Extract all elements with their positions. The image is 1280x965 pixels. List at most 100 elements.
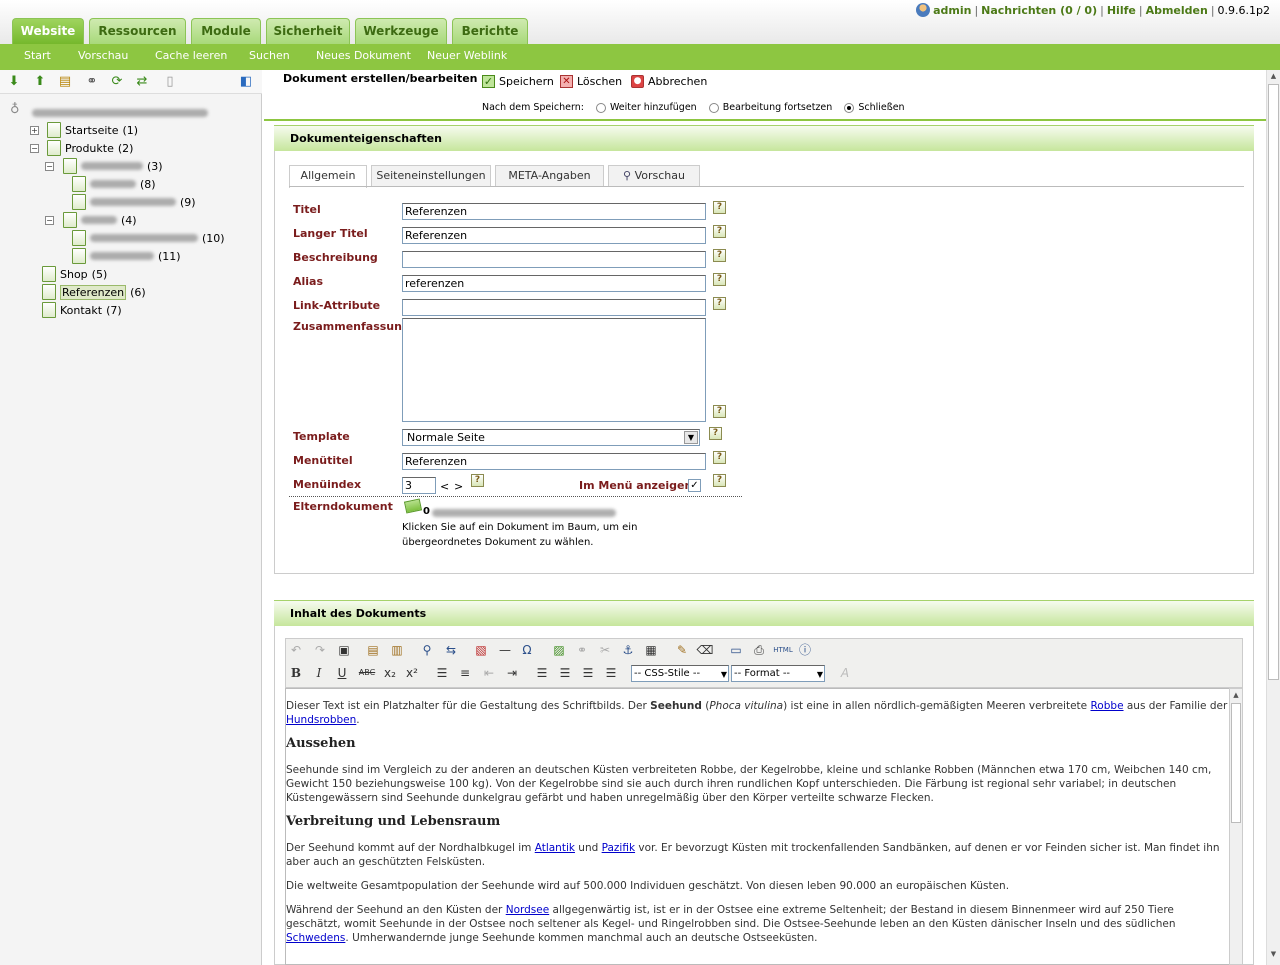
tree-item-produkte[interactable]: Produkte (2): [47, 140, 133, 156]
scroll-up-icon[interactable]: ▲: [1268, 72, 1279, 82]
tree-item-sub-4[interactable]: (11): [72, 248, 181, 264]
link-pazifik[interactable]: Pazifik: [602, 842, 635, 854]
tree-item-startseite[interactable]: Startseite (1): [47, 122, 138, 138]
replace-icon[interactable]: ⇆: [442, 641, 460, 659]
outdent-icon[interactable]: ⇤: [480, 664, 498, 682]
help-icon[interactable]: ?: [713, 451, 726, 464]
help-icon[interactable]: ?: [471, 474, 484, 487]
tree-item-category-1[interactable]: (3): [63, 158, 163, 174]
trash-icon[interactable]: ▯: [162, 74, 178, 90]
scroll-up-icon[interactable]: ▲: [1231, 689, 1241, 701]
css-style-select[interactable]: -- CSS-Stile -- ▼: [631, 665, 729, 682]
new-weblink-icon[interactable]: ⚭: [84, 74, 100, 90]
menuindex-field[interactable]: 3: [402, 477, 436, 494]
subscript-icon[interactable]: x₂: [381, 664, 399, 682]
collapse-icon[interactable]: −: [45, 162, 54, 171]
print-icon[interactable]: ⎙: [750, 641, 768, 659]
help-icon[interactable]: ?: [713, 225, 726, 238]
save-button[interactable]: ✓ Speichern: [482, 75, 554, 88]
subnav-search[interactable]: Suchen: [249, 49, 290, 62]
help-icon[interactable]: ?: [709, 427, 722, 440]
redo-icon[interactable]: ↷: [311, 641, 329, 659]
strikethrough-icon[interactable]: ABC: [356, 664, 378, 682]
help-icon[interactable]: ?: [713, 249, 726, 262]
tree-item-sub-1[interactable]: (8): [72, 176, 156, 192]
tab-berichte[interactable]: Berichte: [452, 18, 528, 44]
longtitle-field[interactable]: Referenzen: [402, 227, 706, 244]
italic-icon[interactable]: I: [310, 664, 328, 682]
alias-field[interactable]: referenzen: [402, 275, 706, 292]
cleanup-icon[interactable]: ✎: [673, 641, 691, 659]
cancel-button[interactable]: ● Abbrechen: [631, 75, 707, 88]
link-icon[interactable]: ⚭: [573, 641, 591, 659]
menutitle-field[interactable]: Referenzen: [402, 453, 706, 470]
menuindex-decrease[interactable]: <: [440, 480, 449, 493]
unlink-icon[interactable]: ✂: [596, 641, 614, 659]
tab-preview[interactable]: ⚲ Vorschau: [608, 165, 700, 187]
subnav-clear-cache[interactable]: Cache leeren: [155, 49, 227, 62]
radio-add-another[interactable]: [595, 102, 606, 113]
tab-page-settings[interactable]: Seiteneinstellungen: [371, 165, 491, 187]
align-right-icon[interactable]: ☰: [579, 664, 597, 682]
help-link[interactable]: Hilfe: [1107, 4, 1136, 17]
radio-close[interactable]: [844, 102, 855, 113]
collapse-all-icon[interactable]: ⬆: [32, 74, 48, 90]
tree-item-kontakt[interactable]: Kontakt (7): [42, 302, 122, 318]
html-source-icon[interactable]: HTML: [772, 641, 794, 659]
help-icon[interactable]: ?: [713, 297, 726, 310]
expand-all-icon[interactable]: ⬇: [6, 74, 22, 90]
paste-icon[interactable]: ▤: [364, 641, 382, 659]
collapse-icon[interactable]: −: [45, 216, 54, 225]
insert-image-icon[interactable]: ▨: [550, 641, 568, 659]
hide-tree-icon[interactable]: ◧: [238, 74, 254, 90]
summary-textarea[interactable]: [402, 318, 706, 422]
subnav-preview[interactable]: Vorschau: [78, 49, 128, 62]
help-icon[interactable]: ?: [713, 405, 726, 418]
scroll-thumb[interactable]: [1268, 84, 1279, 680]
page-scrollbar[interactable]: ▲ ▼: [1266, 70, 1280, 965]
fullscreen-icon[interactable]: ▭: [727, 641, 745, 659]
help-icon[interactable]: ?: [713, 273, 726, 286]
subnav-start[interactable]: Start: [24, 49, 51, 62]
special-char-icon[interactable]: Ω: [518, 641, 536, 659]
messages-link[interactable]: Nachrichten (0 / 0): [981, 4, 1097, 17]
tree-item-category-2[interactable]: (4): [63, 212, 137, 228]
tree-item-referenzen[interactable]: Referenzen (6): [42, 284, 146, 300]
help-icon[interactable]: ?: [713, 201, 726, 214]
scroll-down-icon[interactable]: ▼: [1268, 950, 1279, 960]
tab-ressourcen[interactable]: Ressourcen: [89, 18, 186, 44]
paste-word-icon[interactable]: ▥: [388, 641, 406, 659]
sort-icon[interactable]: ⇄: [134, 74, 150, 90]
align-justify-icon[interactable]: ☰: [602, 664, 620, 682]
tree-item-sub-3[interactable]: (10): [72, 230, 225, 246]
new-document-icon[interactable]: ▤: [57, 74, 73, 90]
link-atlantik[interactable]: Atlantik: [535, 842, 575, 854]
bullet-list-icon[interactable]: ☰: [433, 664, 451, 682]
subnav-new-document[interactable]: Neues Dokument: [316, 49, 411, 62]
indent-icon[interactable]: ⇥: [503, 664, 521, 682]
format-select[interactable]: -- Format -- ▼: [731, 665, 825, 682]
editor-scrollbar[interactable]: ▲: [1229, 688, 1243, 965]
numbered-list-icon[interactable]: ≡: [456, 664, 474, 682]
title-field[interactable]: Referenzen: [402, 203, 706, 220]
tab-general[interactable]: Allgemein: [289, 165, 367, 188]
link-hundsrobben[interactable]: Hundsrobben: [286, 714, 356, 726]
scroll-thumb[interactable]: [1231, 703, 1241, 823]
tab-meta[interactable]: META-Angaben: [495, 165, 604, 187]
select-all-icon[interactable]: ▣: [335, 641, 353, 659]
template-select[interactable]: Normale Seite ▼: [402, 429, 700, 446]
delete-button[interactable]: ✕ Löschen: [560, 75, 622, 88]
align-center-icon[interactable]: ☰: [556, 664, 574, 682]
help-icon[interactable]: ⓘ: [796, 641, 814, 659]
tree-item-shop[interactable]: Shop (5): [42, 266, 107, 282]
expand-icon[interactable]: +: [30, 126, 39, 135]
undo-icon[interactable]: ↶: [287, 641, 305, 659]
tab-module[interactable]: Module: [191, 18, 261, 44]
tab-website[interactable]: Website: [12, 18, 84, 44]
horizontal-rule-icon[interactable]: —: [496, 641, 514, 659]
tree-item-sub-2[interactable]: (9): [72, 194, 196, 210]
collapse-icon[interactable]: −: [30, 144, 39, 153]
remove-format-icon[interactable]: ⌫: [696, 641, 714, 659]
link-robbe[interactable]: Robbe: [1090, 700, 1123, 712]
help-icon[interactable]: ?: [713, 474, 726, 487]
